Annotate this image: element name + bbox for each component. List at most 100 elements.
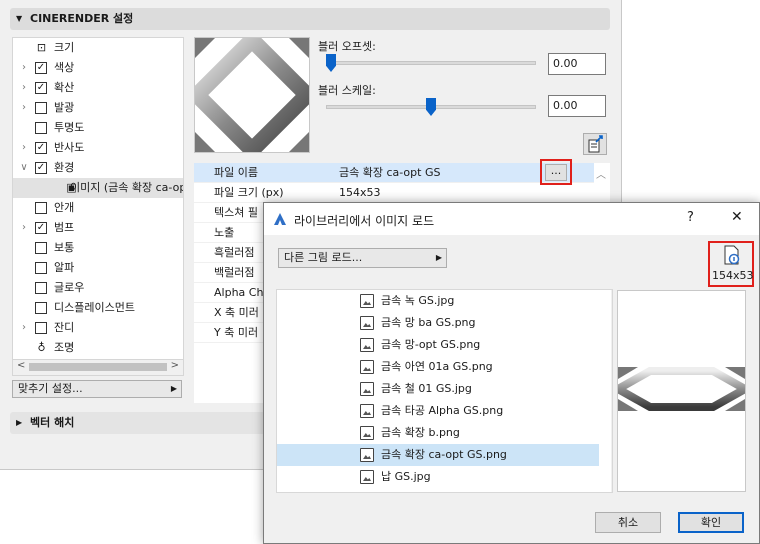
help-button[interactable]: ? (687, 210, 694, 225)
collapsed-chevron-icon[interactable]: › (19, 78, 29, 98)
image-file-icon (360, 470, 374, 484)
tree-item-label: 잔디 (54, 321, 75, 334)
property-name: 백럴러점 (214, 266, 255, 279)
metal-mesh-strip-image (618, 367, 745, 411)
tree-item[interactable]: › 잔디 (13, 318, 183, 338)
file-list-item[interactable]: 금속 확장 ca-opt GS.png (277, 444, 599, 466)
tree-item-checkbox[interactable] (35, 262, 47, 274)
tree-item[interactable]: › ✓ 반사도 (13, 138, 183, 158)
ok-button[interactable]: 확인 (678, 512, 744, 533)
property-name: Alpha Cha (214, 286, 271, 299)
tree-item[interactable]: ⊡ 크기 (13, 38, 183, 58)
tree-item-checkbox[interactable] (35, 322, 47, 334)
image-file-icon (360, 426, 374, 440)
tree-item-checkbox[interactable]: ✓ (35, 142, 47, 154)
library-file-list: 금속 녹 GS.jpg 금속 망 ba GS.png 금속 망-opt GS.png… (276, 289, 613, 493)
file-list-item[interactable]: 금속 타공 Alpha GS.png (277, 400, 599, 422)
collapsed-chevron-icon[interactable]: › (19, 218, 29, 238)
property-row[interactable]: 파일 크기 (px) 154x53 (194, 183, 594, 203)
tree-item-label: 환경 (54, 161, 75, 174)
load-other-label: 다른 그림 로드... (284, 251, 363, 264)
scroll-thumb[interactable] (29, 363, 167, 371)
property-name: 텍스쳐 필 (214, 206, 258, 219)
collapsed-chevron-icon[interactable]: › (19, 98, 29, 118)
tree-item-checkbox[interactable]: ✓ (35, 162, 47, 174)
close-button[interactable]: ✕ (731, 209, 743, 225)
channel-tree: ⊡ 크기 › ✓ 색상 › ✓ 확산 › 발광 투명도 › ✓ 반사도 ∨ ✓ 환경 ▣ 이미지 (금속 확장 ca… (12, 37, 184, 360)
property-name: 노출 (214, 226, 235, 239)
expanded-chevron-icon[interactable]: ∨ (19, 158, 29, 178)
cinerender-header-label: CINERENDER 설정 (30, 12, 134, 25)
blur-scale-slider-thumb[interactable] (426, 98, 436, 116)
blur-offset-track[interactable] (326, 61, 536, 65)
tree-item-label: 알파 (54, 261, 75, 274)
tree-item[interactable]: 디스플레이스먼트 (13, 298, 183, 318)
cancel-button[interactable]: 취소 (595, 512, 661, 533)
load-other-image-dropdown[interactable]: 다른 그림 로드... ▶ (278, 248, 447, 268)
image-info-button[interactable]: 154x53 (710, 243, 754, 285)
blur-scale-field[interactable]: 0.00 (548, 95, 606, 117)
tree-item[interactable]: ∨ ✓ 환경 (13, 158, 183, 178)
image-file-icon (360, 360, 374, 374)
file-list-item[interactable]: 금속 녹 GS.jpg (277, 290, 599, 312)
property-value: 금속 확장 ca-opt GS (339, 166, 441, 179)
property-value: 154x53 (339, 186, 381, 199)
tree-item-checkbox[interactable]: ✓ (35, 222, 47, 234)
tree-item-label: 발광 (54, 101, 75, 114)
tree-item[interactable]: › ✓ 색상 (13, 58, 183, 78)
tree-item-checkbox[interactable] (35, 242, 47, 254)
table-scroll-up-icon[interactable]: ︿ (596, 166, 606, 181)
scroll-left-icon[interactable]: < (17, 360, 25, 371)
tree-item-checkbox[interactable] (35, 202, 47, 214)
tree-item-checkbox[interactable] (35, 302, 47, 314)
expand-arrow-icon: ▶ (16, 418, 23, 427)
file-list-item[interactable]: 금속 아연 01a GS.png (277, 356, 599, 378)
tree-item[interactable]: › ✓ 범프 (13, 218, 183, 238)
file-list-item[interactable]: 금속 확장 b.png (277, 422, 599, 444)
file-list-item[interactable]: 금속 망 ba GS.png (277, 312, 599, 334)
tree-item-checkbox[interactable] (35, 122, 47, 134)
tree-item-label: 반사도 (54, 141, 85, 154)
collapsed-chevron-icon[interactable]: › (19, 318, 29, 338)
collapsed-chevron-icon[interactable]: › (19, 138, 29, 158)
file-name: 금속 타공 Alpha GS.png (381, 404, 504, 417)
archicad-app-icon (274, 213, 286, 225)
blur-offset-slider-thumb[interactable] (326, 54, 336, 72)
tree-item[interactable]: 보통 (13, 238, 183, 258)
collapsed-chevron-icon[interactable]: › (19, 58, 29, 78)
tree-item-label: 범프 (54, 221, 75, 234)
file-name: 금속 확장 b.png (381, 426, 460, 439)
blur-offset-field[interactable]: 0.00 (548, 53, 606, 75)
property-row[interactable]: 파일 이름 금속 확장 ca-opt GS (194, 163, 594, 183)
size-icon: ⊡ (36, 41, 47, 54)
tree-item[interactable]: › ✓ 확산 (13, 78, 183, 98)
export-texture-button[interactable] (583, 133, 607, 155)
tree-item[interactable]: ▣ 이미지 (금속 확장 ca-op (13, 178, 183, 198)
file-list-item[interactable]: 납 GS.jpg (277, 466, 599, 488)
blur-scale-label: 블러 스케일: (318, 84, 376, 97)
tree-item[interactable]: › 발광 (13, 98, 183, 118)
file-list-scrollbar[interactable]: ︿ ﹀ (611, 290, 612, 492)
tree-item-checkbox[interactable] (35, 282, 47, 294)
fit-settings-dropdown[interactable]: 맞추기 설정... ▶ (12, 380, 182, 398)
cinerender-section-header[interactable]: ▼ CINERENDER 설정 (10, 8, 610, 30)
tree-item[interactable]: 안개 (13, 198, 183, 218)
browse-file-button[interactable]: ... (545, 164, 567, 181)
scroll-right-icon[interactable]: > (171, 360, 179, 371)
file-name: 납 GS.jpg (381, 470, 431, 483)
file-list-item[interactable]: 금속 철 01 GS.jpg (277, 378, 599, 400)
tree-item-checkbox[interactable]: ✓ (35, 82, 47, 94)
tree-item[interactable]: 투명도 (13, 118, 183, 138)
file-list-item[interactable]: 금속 망-opt GS.png (277, 334, 599, 356)
tree-item-label: 조명 (54, 341, 75, 354)
tree-horizontal-scrollbar[interactable]: < > (12, 360, 184, 376)
tree-item-checkbox[interactable] (35, 102, 47, 114)
tree-item[interactable]: 글로우 (13, 278, 183, 298)
tree-item-checkbox[interactable]: ✓ (35, 62, 47, 74)
tree-item[interactable]: 알파 (13, 258, 183, 278)
tree-item[interactable]: ♁ 조명 (13, 338, 183, 358)
fit-settings-label: 맞추기 설정... (18, 382, 83, 395)
image-file-icon (360, 316, 374, 330)
property-name: 흑럴러점 (214, 246, 255, 259)
load-image-dialog: 라이브러리에서 이미지 로드 ? ✕ 다른 그림 로드... ▶ 154x53 … (263, 202, 760, 544)
